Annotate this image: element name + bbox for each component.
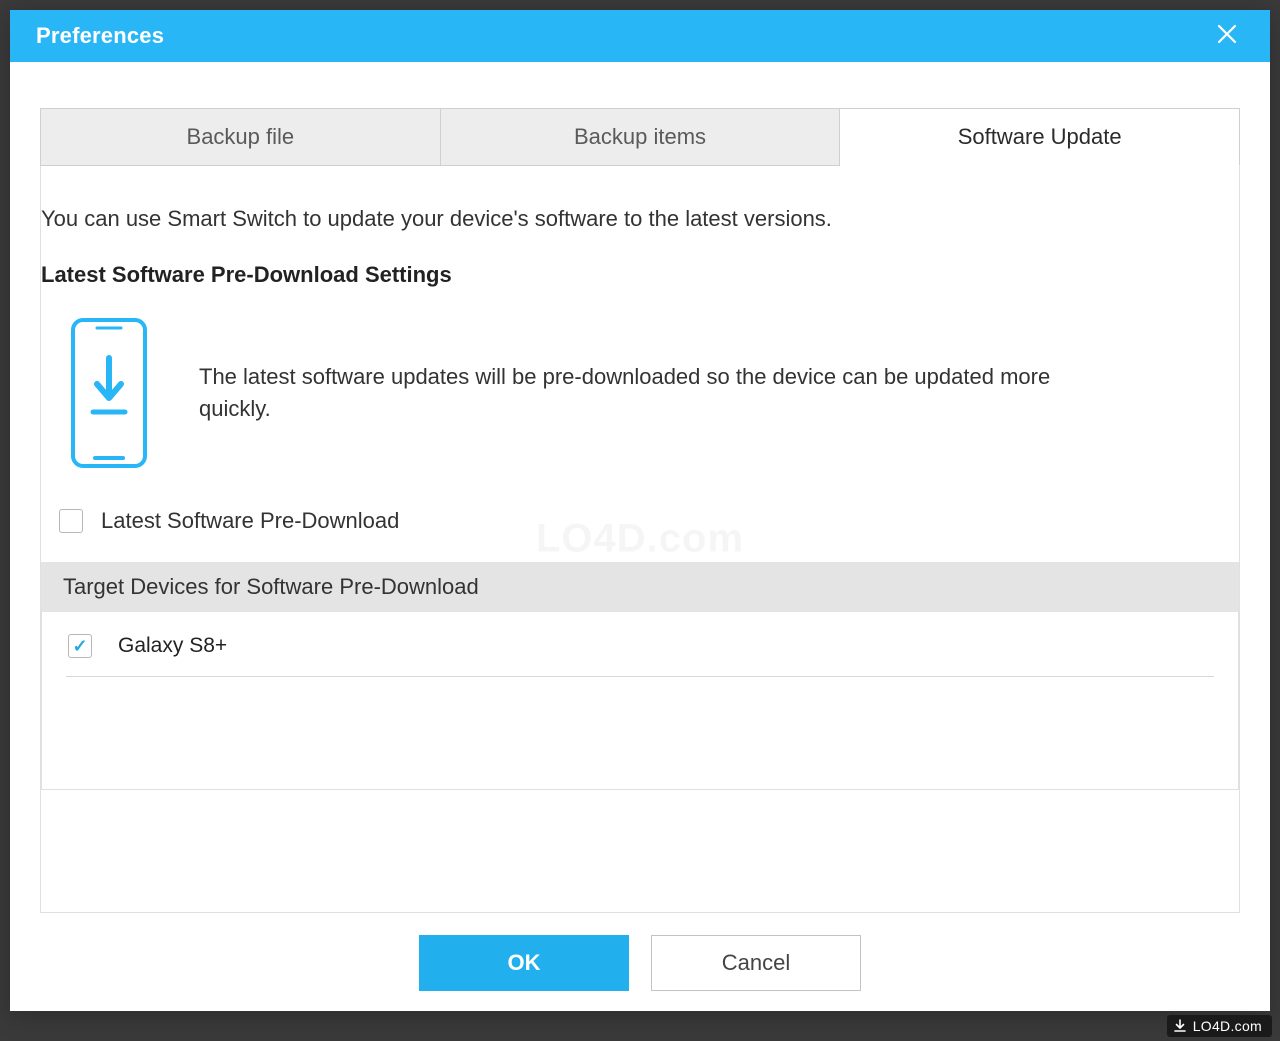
preferences-window: Preferences Backup file Backup items Sof…: [10, 10, 1270, 1011]
device-name: Galaxy S8+: [118, 634, 227, 658]
attribution-badge: LO4D.com: [1167, 1015, 1272, 1037]
tab-backup-items[interactable]: Backup items: [441, 108, 841, 166]
predownload-checkbox[interactable]: [59, 509, 83, 533]
promo-row: The latest software updates will be pre-…: [69, 318, 1239, 468]
window-title: Preferences: [36, 23, 164, 49]
target-devices-header: Target Devices for Software Pre-Download: [41, 562, 1239, 612]
tab-panel-software-update: LO4D.com You can use Smart Switch to upd…: [40, 166, 1240, 913]
device-list: Galaxy S8+: [41, 612, 1239, 790]
content-area: Backup file Backup items Software Update…: [10, 62, 1270, 1011]
titlebar: Preferences: [10, 10, 1270, 62]
close-icon[interactable]: [1210, 18, 1244, 54]
tab-backup-file[interactable]: Backup file: [40, 108, 441, 166]
device-checkbox[interactable]: [68, 634, 92, 658]
subheading: Latest Software Pre-Download Settings: [41, 262, 1239, 288]
ok-button[interactable]: OK: [419, 935, 629, 991]
phone-download-icon: [69, 318, 149, 468]
promo-text: The latest software updates will be pre-…: [199, 361, 1119, 425]
tab-software-update[interactable]: Software Update: [840, 108, 1240, 166]
device-row: Galaxy S8+: [66, 630, 1214, 677]
intro-text: You can use Smart Switch to update your …: [41, 206, 1239, 240]
tabstrip: Backup file Backup items Software Update: [40, 108, 1240, 166]
predownload-checkbox-label: Latest Software Pre-Download: [101, 508, 399, 534]
attribution-text: LO4D.com: [1193, 1018, 1262, 1034]
download-icon: [1173, 1019, 1187, 1033]
cancel-button[interactable]: Cancel: [651, 935, 861, 991]
predownload-toggle-row: Latest Software Pre-Download: [59, 508, 1239, 534]
dialog-buttons: OK Cancel: [40, 913, 1240, 991]
